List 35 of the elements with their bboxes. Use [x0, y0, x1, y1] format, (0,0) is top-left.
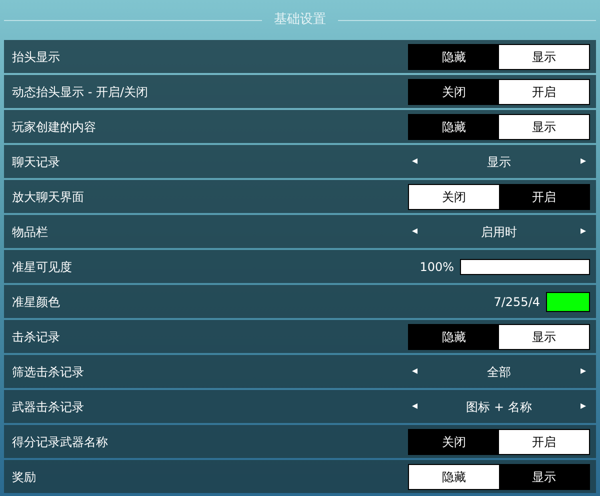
toggle-option[interactable]: 关闭 [409, 184, 499, 208]
toggle-option[interactable]: 开启 [499, 430, 589, 454]
toggle-option[interactable]: 开启 [499, 184, 589, 208]
toggle-option[interactable]: 显示 [499, 464, 589, 488]
setting-label: 动态抬头显示 - 开启/关闭 [12, 84, 150, 100]
toggle-option[interactable]: 显示 [499, 114, 589, 138]
toggle-option[interactable]: 关闭 [409, 80, 499, 104]
setting-label: 物品栏 [12, 224, 49, 240]
section-title: 基础设置 [274, 11, 326, 30]
setting-label: 得分记录武器名称 [12, 434, 109, 450]
setting-label: 武器击杀记录 [12, 398, 85, 416]
toggle-option[interactable]: 隐藏 [409, 114, 499, 138]
setting-label: 放大聊天界面 [12, 188, 85, 206]
toggle-option[interactable]: 显示 [499, 44, 589, 68]
selector-value: 显示 [486, 154, 512, 170]
selector-value: 启用时 [480, 224, 518, 240]
toggle-option[interactable]: 显示 [499, 324, 589, 348]
toggle-option[interactable]: 隐藏 [409, 44, 499, 68]
toggle-option[interactable]: 隐藏 [409, 464, 499, 488]
toggle-option[interactable]: 关闭 [409, 430, 499, 454]
selector-value: 全部 [486, 364, 512, 380]
setting-label: 玩家创建的内容 [12, 118, 97, 136]
setting-label: 奖励 [12, 468, 37, 486]
setting-label: 抬头显示 [12, 48, 61, 66]
setting-label: 准星可见度 [12, 258, 73, 276]
slider-reading: 100% [420, 258, 454, 276]
setting-label: 准星颜色 [12, 294, 61, 310]
color-reading: 7/255/4 [494, 294, 540, 310]
toggle-option[interactable]: 隐藏 [409, 324, 499, 348]
selector-value: 图标 + 名称 [465, 398, 533, 416]
setting-label: 聊天记录 [12, 154, 61, 170]
setting-label: 击杀记录 [12, 328, 61, 346]
toggle-option[interactable]: 开启 [499, 80, 589, 104]
setting-label: 筛选击杀记录 [12, 364, 85, 380]
color-swatch[interactable] [546, 292, 590, 312]
